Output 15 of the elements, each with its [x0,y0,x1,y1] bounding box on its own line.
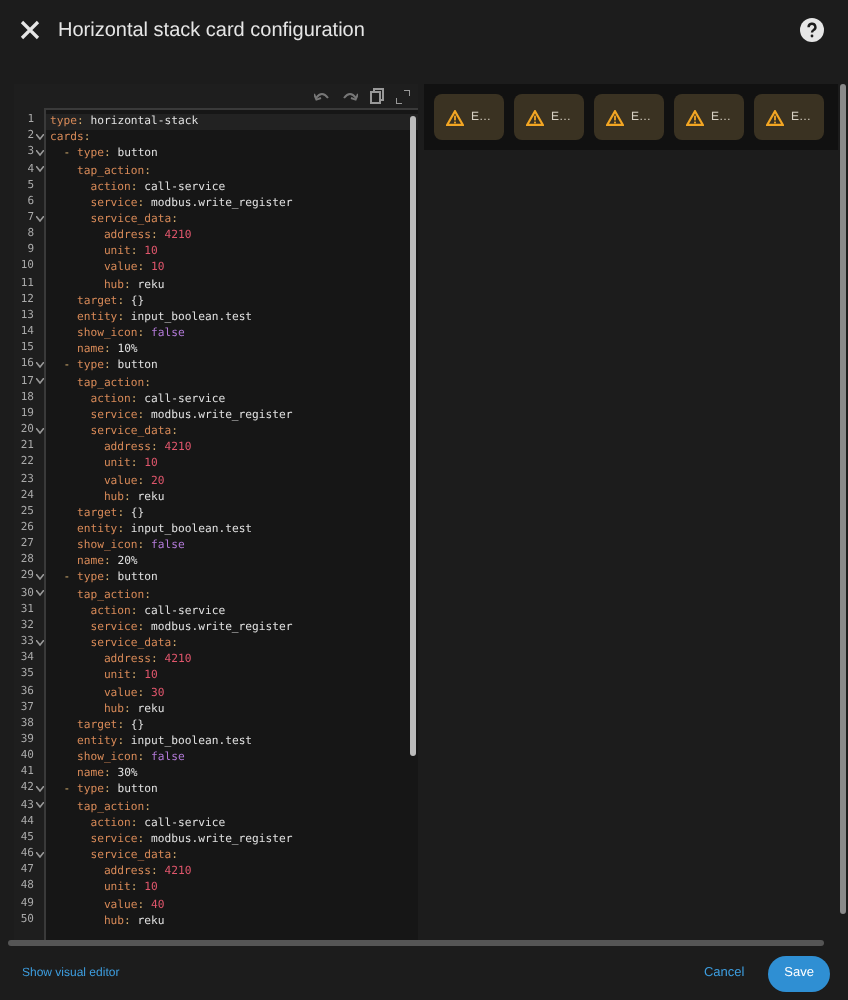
scrollbar[interactable] [410,116,416,756]
scrollbar[interactable] [8,940,824,946]
fullscreen-icon[interactable] [396,89,410,103]
help-icon[interactable] [800,18,824,42]
dialog-title: Horizontal stack card configuration [58,19,367,41]
warning-icon [526,109,545,125]
undo-icon[interactable] [314,90,330,102]
warning-icon [766,109,785,125]
copy-icon[interactable] [370,88,384,104]
close-icon[interactable] [20,20,40,40]
warning-icon [446,109,465,125]
scrollbar[interactable] [840,84,846,914]
warning-icon [606,109,625,125]
redo-icon[interactable] [342,90,358,102]
warning-icon [686,109,705,125]
